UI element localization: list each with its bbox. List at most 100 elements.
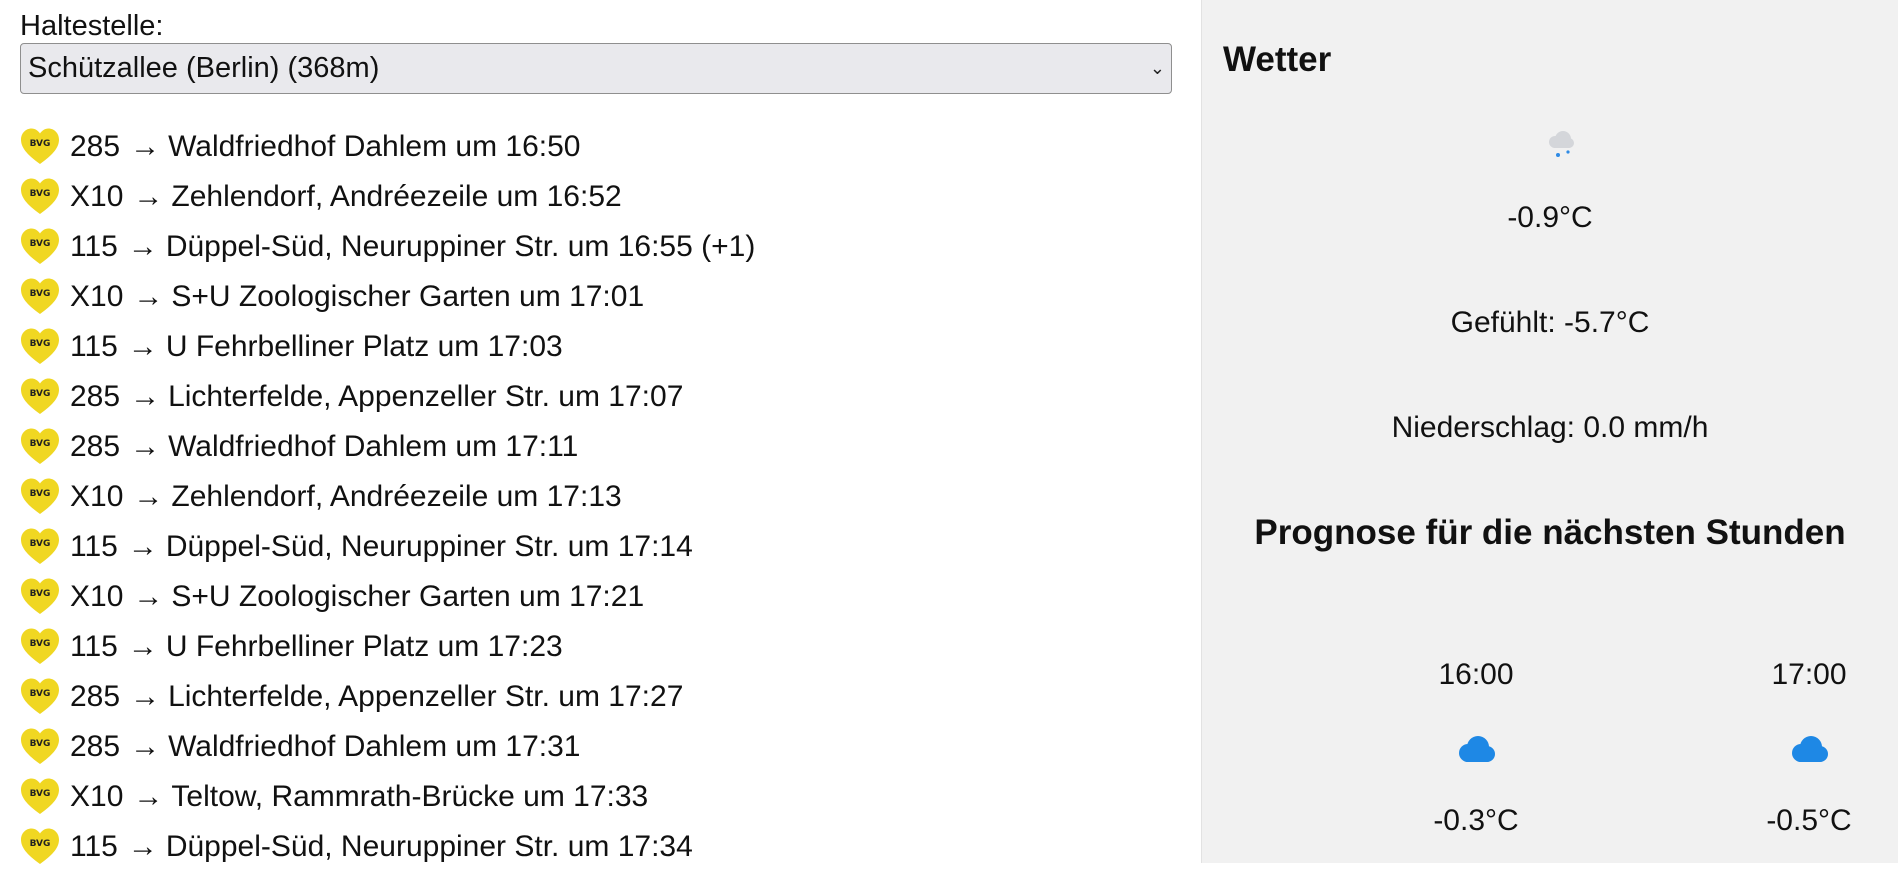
bvg-heart-icon: BVG: [21, 178, 59, 214]
line-number: 115: [70, 830, 118, 863]
departure-text: Düppel-Süd, Neuruppiner Str. um 16:55 (+…: [165, 230, 756, 263]
forecast-item: 16:00 -0.3°C: [1396, 655, 1556, 841]
arrow-right-icon: →: [133, 180, 164, 213]
forecast-item: 17:00 -0.5°C: [1729, 655, 1889, 841]
arrow-right-icon: →: [127, 230, 158, 263]
bvg-heart-icon: BVG: [21, 528, 59, 564]
line-number: 285: [70, 380, 121, 413]
arrow-right-icon: →: [130, 130, 161, 163]
departure-row: BVG 285 → Waldfriedhof Dahlem um 16:50: [20, 122, 755, 172]
line-number: 285: [70, 130, 121, 163]
departure-row: BVG 115 → Düppel-Süd, Neuruppiner Str. um 1…: [20, 222, 755, 272]
arrow-right-icon: →: [127, 530, 158, 563]
departure-text: U Fehrbelliner Platz um 17:23: [165, 630, 563, 663]
bvg-heart-icon: BVG: [21, 328, 59, 364]
forecast-time: 17:00: [1771, 658, 1847, 691]
departure-row: BVG 285 → Lichterfelde, Appenzeller Str. um…: [20, 672, 755, 722]
bvg-heart-icon: BVG: [21, 478, 59, 514]
departure-text: Zehlendorf, Andréezeile um 16:52: [171, 180, 622, 213]
line-number: X10: [70, 580, 124, 613]
departure-text: Düppel-Süd, Neuruppiner Str. um 17:14: [165, 530, 693, 563]
cloud-icon: [1459, 736, 1495, 762]
departure-text: Lichterfelde, Appenzeller Str. um 17:27: [168, 680, 684, 713]
departure-text: S+U Zoologischer Garten um 17:21: [171, 580, 645, 613]
arrow-right-icon: →: [130, 380, 161, 413]
bvg-badge-text: BVG: [30, 839, 51, 849]
bvg-badge-text: BVG: [30, 589, 51, 599]
bvg-heart-icon: BVG: [21, 128, 59, 164]
forecast-temp: -0.3°C: [1433, 804, 1519, 837]
cloud-icon: [1792, 736, 1828, 762]
arrow-right-icon: →: [133, 280, 164, 313]
departure-list: BVG 285 → Waldfriedhof Dahlem um 16:50 BVG X1…: [20, 122, 755, 872]
departure-text: U Fehrbelliner Platz um 17:03: [165, 330, 563, 363]
departure-text: Waldfriedhof Dahlem um 16:50: [168, 130, 581, 163]
arrow-right-icon: →: [133, 480, 164, 513]
bvg-badge-text: BVG: [30, 139, 51, 149]
line-number: 285: [70, 680, 121, 713]
departure-row: BVG 285 → Lichterfelde, Appenzeller Str. um…: [20, 372, 755, 422]
bvg-badge-text: BVG: [30, 539, 51, 549]
stop-select-value: Schützallee (Berlin) (368m): [28, 52, 380, 84]
arrow-right-icon: →: [127, 330, 158, 363]
bvg-badge-text: BVG: [30, 739, 51, 749]
arrow-right-icon: →: [133, 780, 164, 813]
bvg-heart-icon: BVG: [21, 228, 59, 264]
departure-text: Zehlendorf, Andréezeile um 17:13: [171, 480, 622, 513]
departure-row: BVG 285 → Waldfriedhof Dahlem um 17:11: [20, 422, 755, 472]
bvg-badge-text: BVG: [30, 639, 51, 649]
arrow-right-icon: →: [130, 680, 161, 713]
precipitation: Niederschlag: 0.0 mm/h: [1391, 411, 1709, 444]
departure-text: Teltow, Rammrath-Brücke um 17:33: [171, 780, 649, 813]
departure-row: BVG X10 → Teltow, Rammrath-Brücke um 17:33: [20, 772, 755, 822]
stop-label: Haltestelle:: [20, 10, 164, 42]
forecast-title: Prognose für die nächsten Stunden: [1254, 513, 1846, 552]
departure-row: BVG X10 → S+U Zoologischer Garten um 17:21: [20, 572, 755, 622]
line-number: 115: [70, 630, 118, 663]
line-number: 115: [70, 330, 118, 363]
bvg-heart-icon: BVG: [21, 378, 59, 414]
departures-panel: Haltestelle: Schützallee (Berlin) (368m)…: [0, 0, 1201, 864]
arrow-right-icon: →: [130, 730, 161, 763]
forecast-time: 16:00: [1438, 658, 1514, 691]
departure-row: BVG 285 → Waldfriedhof Dahlem um 17:31: [20, 722, 755, 772]
weather-title: Wetter: [1223, 40, 1332, 79]
bvg-heart-icon: BVG: [21, 728, 59, 764]
forecast-temp: -0.5°C: [1766, 804, 1852, 837]
feels-like: Gefühlt: -5.7°C: [1450, 306, 1650, 339]
stop-select[interactable]: Schützallee (Berlin) (368m) ⌄: [20, 43, 1172, 94]
line-number: 285: [70, 730, 121, 763]
bvg-badge-text: BVG: [30, 239, 51, 249]
bvg-heart-icon: BVG: [21, 578, 59, 614]
bvg-heart-icon: BVG: [21, 678, 59, 714]
bvg-badge-text: BVG: [30, 389, 51, 399]
departure-text: Lichterfelde, Appenzeller Str. um 17:07: [168, 380, 684, 413]
departure-text: Düppel-Süd, Neuruppiner Str. um 17:34: [165, 830, 693, 863]
bvg-heart-icon: BVG: [21, 428, 59, 464]
arrow-right-icon: →: [127, 830, 158, 863]
line-number: 115: [70, 530, 118, 563]
line-number: X10: [70, 780, 124, 813]
bvg-heart-icon: BVG: [21, 828, 59, 864]
departure-row: BVG 115 → U Fehrbelliner Platz um 17:03: [20, 322, 755, 372]
departure-text: S+U Zoologischer Garten um 17:01: [171, 280, 645, 313]
departure-row: BVG 115 → Düppel-Süd, Neuruppiner Str. um 1…: [20, 522, 755, 572]
current-temperature: -0.9°C: [1507, 201, 1593, 234]
bvg-heart-icon: BVG: [21, 628, 59, 664]
weather-panel: Wetter -0.9°C Gefühlt: -5.7°C Niederschl…: [1201, 0, 1898, 863]
line-number: 115: [70, 230, 118, 263]
arrow-right-icon: →: [130, 430, 161, 463]
bvg-badge-text: BVG: [30, 489, 51, 499]
line-number: 285: [70, 430, 121, 463]
departure-row: BVG X10 → Zehlendorf, Andréezeile um 16:52: [20, 172, 755, 222]
bvg-badge-text: BVG: [30, 289, 51, 299]
bvg-badge-text: BVG: [30, 689, 51, 699]
arrow-right-icon: →: [127, 630, 158, 663]
snow-cloud-icon: [1549, 131, 1574, 157]
line-number: X10: [70, 180, 124, 213]
departure-row: BVG X10 → S+U Zoologischer Garten um 17:01: [20, 272, 755, 322]
departure-row: BVG 115 → U Fehrbelliner Platz um 17:23: [20, 622, 755, 672]
chevron-down-icon[interactable]: ⌄: [1150, 44, 1165, 93]
bvg-heart-icon: BVG: [21, 278, 59, 314]
bvg-heart-icon: BVG: [21, 778, 59, 814]
